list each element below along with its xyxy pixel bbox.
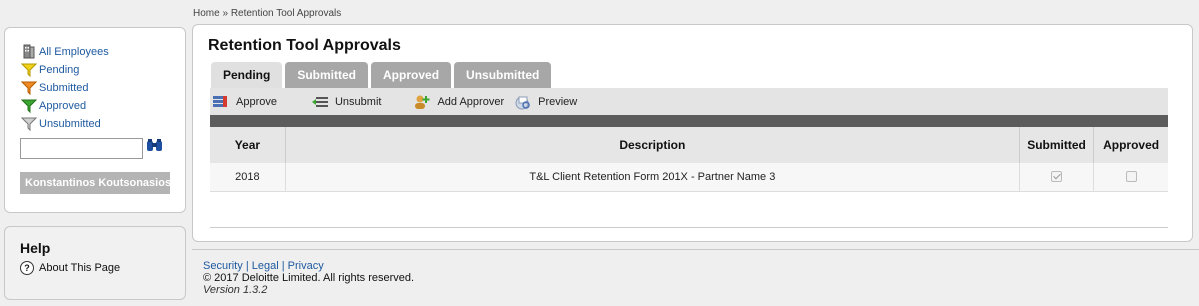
- footer-separator: |: [281, 260, 285, 272]
- approved-checkbox[interactable]: [1125, 171, 1137, 183]
- sidebar-item-pending[interactable]: Pending: [20, 62, 79, 78]
- page-title: Retention Tool Approvals: [208, 37, 401, 54]
- copyright-text: © 2017 Deloitte Limited. All rights rese…: [203, 272, 415, 284]
- column-header-year[interactable]: Year: [210, 127, 286, 163]
- approve-button[interactable]: Approve: [212, 94, 277, 110]
- tab-bar: Pending Submitted Approved Unsubmitted: [211, 62, 554, 88]
- preview-label: Preview: [538, 95, 578, 108]
- unsubmit-label: Unsubmit: [334, 95, 382, 108]
- column-header-description[interactable]: Description: [285, 127, 1020, 163]
- column-header-approved[interactable]: Approved: [1093, 127, 1168, 163]
- cell-submitted: [1019, 163, 1095, 192]
- cell-year: 2018: [210, 163, 286, 192]
- help-title: Help: [20, 240, 51, 256]
- approve-icon: [212, 94, 230, 110]
- cell-description: T&L Client Retention Form 201X - Partner…: [285, 163, 1020, 192]
- add-approver-label: Add Approver: [437, 95, 505, 108]
- help-panel: Help ? About This Page: [4, 226, 186, 300]
- footer-divider: [192, 249, 1199, 250]
- filter-yellow-icon: [20, 62, 38, 78]
- grid-header-bar: [210, 115, 1168, 127]
- sidebar-item-label[interactable]: Unsubmitted: [39, 118, 101, 130]
- breadcrumb: Home » Retention Tool Approvals: [193, 8, 341, 19]
- filter-orange-icon: [20, 80, 38, 96]
- unsubmit-icon: [311, 94, 329, 110]
- preview-button[interactable]: Preview: [514, 94, 577, 110]
- sidebar-item-unsubmitted[interactable]: Unsubmitted: [20, 116, 101, 132]
- approve-label: Approve: [236, 95, 277, 108]
- question-icon: ?: [20, 261, 34, 275]
- table-row[interactable]: 2018 T&L Client Retention Form 201X - Pa…: [210, 163, 1168, 192]
- sidebar-item-label[interactable]: Submitted: [39, 82, 89, 94]
- sidebar-item-approved[interactable]: Approved: [20, 98, 86, 114]
- footer: Security | Legal | Privacy © 2017 Deloit…: [203, 260, 414, 296]
- footer-separator: |: [245, 260, 249, 272]
- tab-pending[interactable]: Pending: [211, 62, 283, 88]
- cell-approved: [1093, 163, 1168, 192]
- submitted-checkbox: [1051, 171, 1063, 183]
- column-header-submitted[interactable]: Submitted: [1019, 127, 1095, 163]
- binoculars-search-icon[interactable]: [146, 138, 164, 152]
- add-user-icon: [413, 94, 431, 110]
- tab-approved[interactable]: Approved: [371, 62, 452, 88]
- privacy-link[interactable]: Privacy: [288, 260, 324, 272]
- user-name-badge: Konstantinos Koutsonasios: [20, 172, 170, 194]
- breadcrumb-home[interactable]: Home: [193, 8, 220, 19]
- tab-unsubmitted[interactable]: Unsubmitted: [454, 62, 552, 88]
- main-panel: Retention Tool Approvals Pending Submitt…: [192, 24, 1193, 242]
- breadcrumb-separator: »: [222, 8, 229, 19]
- sidebar: All Employees Pending Submitted Approved…: [4, 27, 186, 213]
- filter-green-icon: [20, 98, 38, 114]
- employees-icon: [21, 44, 37, 60]
- sidebar-item-all-employees[interactable]: All Employees: [21, 44, 109, 60]
- filter-gray-icon: [20, 116, 38, 132]
- toolbar: Approve Unsubmit Add Approver Preview: [210, 88, 1168, 115]
- unsubmit-button[interactable]: Unsubmit: [311, 94, 381, 110]
- breadcrumb-current: Retention Tool Approvals: [230, 8, 342, 19]
- grid-footer-divider: [210, 227, 1168, 228]
- table-header-row: Year Description Submitted Approved: [210, 127, 1168, 163]
- approvals-table: Year Description Submitted Approved 2018…: [210, 127, 1168, 192]
- search-input[interactable]: [20, 138, 143, 159]
- security-link[interactable]: Security: [203, 260, 243, 272]
- about-page-label: About This Page: [39, 262, 121, 274]
- footer-links: Security | Legal | Privacy: [203, 260, 414, 272]
- sidebar-item-label[interactable]: Pending: [39, 64, 79, 76]
- version-text: Version 1.3.2: [203, 284, 268, 296]
- sidebar-item-label[interactable]: All Employees: [39, 46, 109, 58]
- preview-icon: [514, 94, 532, 110]
- sidebar-item-label[interactable]: Approved: [39, 100, 86, 112]
- legal-link[interactable]: Legal: [252, 260, 279, 272]
- tab-submitted[interactable]: Submitted: [285, 62, 369, 88]
- about-page-link[interactable]: ? About This Page: [20, 261, 120, 275]
- add-approver-button[interactable]: Add Approver: [413, 94, 504, 110]
- sidebar-item-submitted[interactable]: Submitted: [20, 80, 89, 96]
